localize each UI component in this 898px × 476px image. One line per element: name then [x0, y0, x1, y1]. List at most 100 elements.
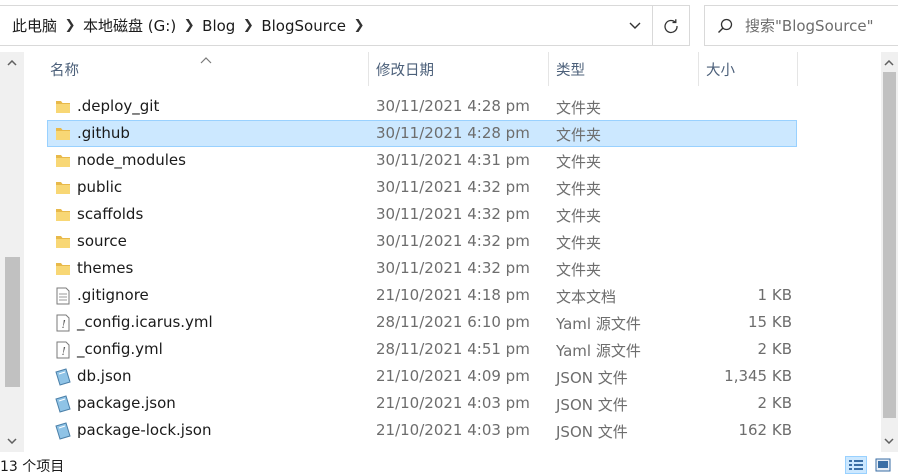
scroll-down-arrow-icon[interactable] — [0, 430, 24, 452]
chevron-right-icon[interactable]: ❯ — [59, 18, 81, 33]
file-size: 2 KB — [757, 340, 792, 358]
file-row[interactable]: ! _config.yml 28/11/2021 4:51 pm Yaml 源文件 2 … — [47, 336, 797, 363]
file-name: source — [77, 232, 127, 250]
file-row[interactable]: scaffolds 30/11/2021 4:32 pm 文件夹 — [47, 201, 797, 228]
file-list-scrollbar[interactable] — [881, 52, 898, 452]
breadcrumb-blog[interactable]: Blog — [200, 17, 237, 35]
file-modified-date: 21/10/2021 4:03 pm — [376, 394, 530, 412]
file-type: 文件夹 — [556, 99, 602, 117]
file-name: _config.icarus.yml — [77, 313, 213, 331]
search-input[interactable]: 搜索"BlogSource" — [745, 15, 873, 36]
file-row[interactable]: .gitignore 21/10/2021 4:18 pm 文本文档 1 KB — [47, 282, 797, 309]
file-name: package-lock.json — [77, 421, 212, 439]
search-icon — [705, 18, 745, 34]
chevron-right-icon[interactable]: ❯ — [348, 18, 370, 33]
file-list: .deploy_git 30/11/2021 4:28 pm 文件夹 .github 3… — [47, 93, 797, 444]
file-modified-date: 30/11/2021 4:32 pm — [376, 259, 530, 277]
json-file-icon — [54, 395, 72, 413]
file-type: 文件夹 — [556, 261, 602, 279]
file-row[interactable]: ! _config.icarus.yml 28/11/2021 6:10 pm Yam… — [47, 309, 797, 336]
file-modified-date: 21/10/2021 4:18 pm — [376, 286, 530, 304]
file-type: Yaml 源文件 — [556, 315, 641, 333]
file-name: public — [77, 178, 123, 196]
file-type: JSON 文件 — [556, 423, 628, 441]
json-file-icon — [54, 422, 72, 440]
file-row[interactable]: .deploy_git 30/11/2021 4:28 pm 文件夹 — [47, 93, 797, 120]
folder-icon — [54, 260, 72, 278]
large-icons-view-button[interactable] — [872, 456, 894, 474]
chevron-right-icon[interactable]: ❯ — [237, 18, 259, 33]
address-history-dropdown[interactable] — [620, 6, 650, 45]
file-name: scaffolds — [77, 205, 144, 223]
column-header-size[interactable]: 大小 — [706, 52, 798, 86]
file-type: 文件夹 — [556, 126, 602, 144]
file-row[interactable]: package-lock.json 21/10/2021 4:03 pm JSON … — [47, 417, 797, 444]
column-header-name-label: 名称 — [50, 62, 79, 79]
file-modified-date: 30/11/2021 4:32 pm — [376, 232, 530, 250]
file-name: themes — [77, 259, 134, 277]
folder-icon — [54, 233, 72, 251]
file-size: 162 KB — [738, 421, 792, 439]
column-divider[interactable] — [698, 52, 699, 86]
folder-icon — [54, 125, 72, 143]
file-name: _config.yml — [77, 340, 163, 358]
column-divider[interactable] — [368, 52, 369, 86]
file-type: 文件夹 — [556, 153, 602, 171]
file-modified-date: 30/11/2021 4:32 pm — [376, 178, 530, 196]
json-file-icon — [54, 368, 72, 386]
scroll-up-arrow-icon[interactable] — [877, 52, 898, 74]
file-row[interactable]: node_modules 30/11/2021 4:31 pm 文件夹 — [47, 147, 797, 174]
file-row[interactable]: public 30/11/2021 4:32 pm 文件夹 — [47, 174, 797, 201]
chevron-down-icon — [629, 22, 641, 29]
scrollbar-thumb[interactable] — [5, 257, 20, 387]
column-header-type-label: 类型 — [556, 62, 585, 79]
column-divider[interactable] — [548, 52, 549, 86]
file-modified-date: 28/11/2021 4:51 pm — [376, 340, 530, 358]
details-view-icon — [849, 460, 863, 470]
file-name: package.json — [77, 394, 176, 412]
column-divider[interactable] — [797, 52, 798, 86]
file-size: 1,345 KB — [724, 367, 792, 385]
file-row[interactable]: .github 30/11/2021 4:28 pm 文件夹 — [47, 120, 797, 147]
file-modified-date: 21/10/2021 4:09 pm — [376, 367, 530, 385]
scroll-up-arrow-icon[interactable] — [0, 52, 24, 74]
file-row[interactable]: package.json 21/10/2021 4:03 pm JSON 文件 2 K… — [47, 390, 797, 417]
folder-icon — [54, 206, 72, 224]
details-view-button[interactable] — [845, 456, 867, 474]
column-header-modified[interactable]: 修改日期 — [376, 52, 548, 86]
breadcrumb-blogsource[interactable]: BlogSource — [259, 17, 348, 35]
file-type: JSON 文件 — [556, 369, 628, 387]
file-modified-date: 21/10/2021 4:03 pm — [376, 421, 530, 439]
file-type: 文件夹 — [556, 234, 602, 252]
navigation-pane-scrollbar[interactable] — [0, 52, 24, 452]
file-size: 15 KB — [748, 313, 792, 331]
column-header-size-label: 大小 — [706, 62, 735, 79]
chevron-right-icon[interactable]: ❯ — [178, 18, 200, 33]
file-modified-date: 28/11/2021 6:10 pm — [376, 313, 530, 331]
column-header-name[interactable]: 名称 — [50, 52, 368, 86]
address-bar[interactable]: 此电脑 ❯ 本地磁盘 (G:) ❯ Blog ❯ BlogSource ❯ — [0, 5, 690, 46]
breadcrumb-drive-g[interactable]: 本地磁盘 (G:) — [81, 15, 178, 36]
refresh-button[interactable] — [652, 6, 689, 45]
file-type: 文件夹 — [556, 207, 602, 225]
column-header-modified-label: 修改日期 — [376, 62, 434, 79]
folder-icon — [54, 179, 72, 197]
yaml-file-icon: ! — [54, 341, 72, 359]
file-name: db.json — [77, 367, 132, 385]
file-name: node_modules — [77, 151, 186, 169]
scrollbar-thumb[interactable] — [883, 72, 896, 418]
file-type: Yaml 源文件 — [556, 342, 641, 360]
large-icons-view-icon — [875, 458, 891, 472]
file-row[interactable]: source 30/11/2021 4:32 pm 文件夹 — [47, 228, 797, 255]
text-file-icon — [54, 287, 72, 305]
svg-text:!: ! — [62, 345, 66, 358]
column-header-type[interactable]: 类型 — [556, 52, 698, 86]
file-row[interactable]: themes 30/11/2021 4:32 pm 文件夹 — [47, 255, 797, 282]
file-modified-date: 30/11/2021 4:28 pm — [376, 124, 530, 142]
file-row[interactable]: db.json 21/10/2021 4:09 pm JSON 文件 1,345 KB — [47, 363, 797, 390]
breadcrumb-this-pc[interactable]: 此电脑 — [10, 15, 59, 36]
file-modified-date: 30/11/2021 4:28 pm — [376, 97, 530, 115]
file-modified-date: 30/11/2021 4:31 pm — [376, 151, 530, 169]
search-box[interactable]: 搜索"BlogSource" — [704, 5, 898, 46]
scroll-down-arrow-icon[interactable] — [877, 430, 898, 452]
